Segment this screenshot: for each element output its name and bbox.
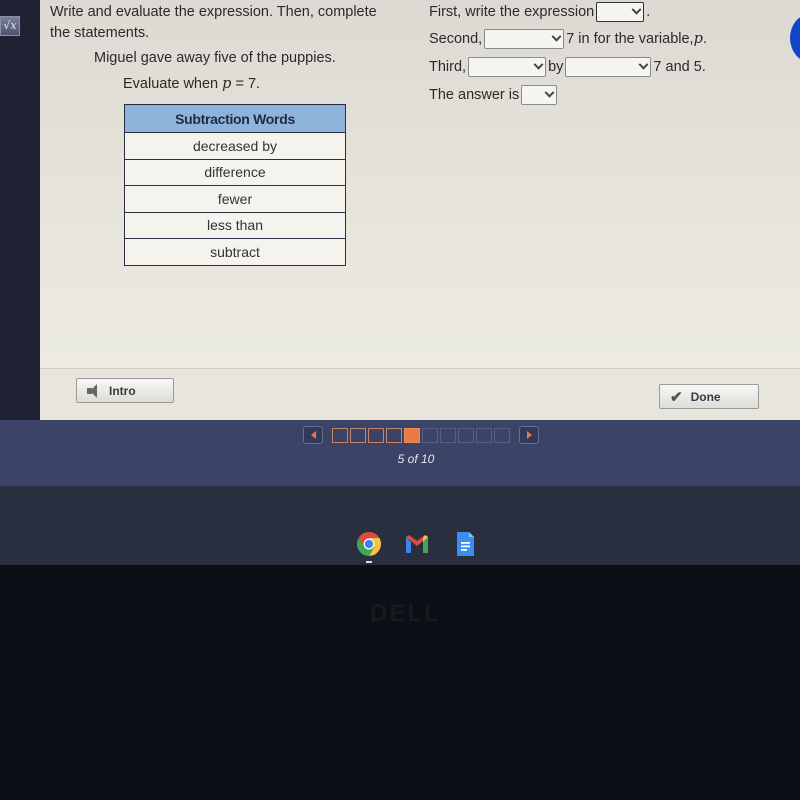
statement-third-text: Third, [429,59,467,75]
arrow-left-icon [310,431,316,439]
active-indicator [366,561,372,563]
shelf-apps [355,530,479,563]
table-row: decreased by [124,132,346,160]
statement-first-text: First, write the expression [429,4,595,20]
pager-box-6[interactable] [422,427,438,443]
pager-boxes [332,427,510,443]
statement-second-suffix: 7 in for the variable, [566,31,694,47]
arrow-right-icon [526,431,532,439]
statement-second-text: Second, [429,31,483,47]
statement-answer: The answer is [429,85,559,105]
speaker-icon [87,383,103,398]
pager-box-4[interactable] [386,427,402,443]
pager-box-8[interactable] [458,427,474,443]
table-cell: fewer [124,185,346,213]
left-toolbar: √x [0,0,40,420]
gmail-icon[interactable] [403,530,431,558]
previous-button[interactable] [303,426,323,444]
pager-box-1[interactable] [332,427,348,443]
chrome-icon[interactable] [355,530,383,563]
evaluate-prefix: Evaluate when [123,76,223,92]
pager-box-2[interactable] [350,427,366,443]
done-label: Done [690,389,721,404]
table-row: less than [124,211,346,239]
chevron-down-icon [544,87,555,98]
statement-third-suffix: 7 and 5. [653,59,706,75]
variable-p: p [693,31,703,47]
table-cell: less than [124,211,346,239]
question-content: Write and evaluate the expression. Then,… [40,0,800,372]
statement-answer-text: The answer is [429,87,520,103]
question-panel: Write and evaluate the expression. Then,… [40,0,800,420]
chevron-down-icon [551,31,562,42]
subtraction-words-table: Subtraction Words decreased by differenc… [124,104,346,266]
period: . [702,31,707,47]
google-docs-icon[interactable] [451,530,479,558]
done-button[interactable]: ✔ Done [659,384,759,409]
question-pager [296,426,546,444]
table-row: subtract [124,238,346,266]
square-root-icon[interactable]: √x [0,16,20,36]
intro-label: Intro [109,383,136,398]
gmail-logo [406,535,428,553]
table-row: difference [124,158,346,186]
instructions: Write and evaluate the expression. Then,… [50,4,377,41]
substitute-dropdown[interactable] [484,29,565,49]
dell-logo: DELL [370,600,441,627]
pager-box-5[interactable] [404,427,420,443]
screen: √x Write and evaluate the expression. Th… [0,0,800,566]
operation-dropdown[interactable] [468,57,547,77]
table-header: Subtraction Words [124,104,346,133]
table-cell: decreased by [124,132,346,160]
pager-box-7[interactable] [440,427,456,443]
story-text: Miguel gave away five of the puppies. [94,50,336,66]
period: . [646,4,651,20]
chevron-down-icon [533,59,544,70]
pager-label: 5 of 10 [397,452,435,466]
operation-detail-dropdown[interactable] [565,57,652,77]
checkmark-icon: ✔ [670,388,683,406]
chevron-down-icon [631,4,642,15]
table-cell: subtract [124,238,346,266]
table-row: fewer [124,185,346,213]
table-cell: difference [124,158,346,186]
pager-box-10[interactable] [494,427,510,443]
chrome-logo [356,532,382,556]
answer-dropdown[interactable] [521,85,558,105]
chevron-down-icon [638,59,649,70]
docs-logo [457,532,474,556]
statement-third: Third, by 7 and 5. [429,57,706,77]
pager-box-3[interactable] [368,427,384,443]
evaluate-text: Evaluate when p = 7. [123,76,260,92]
pager-box-9[interactable] [476,427,492,443]
intro-button[interactable]: Intro [76,378,174,403]
next-button[interactable] [519,426,539,444]
statement-second: Second, 7 in for the variable, p. [429,29,707,49]
expression-dropdown[interactable] [596,2,645,22]
statement-first: First, write the expression . [429,2,650,22]
evaluate-suffix: = 7. [231,76,261,92]
statement-third-by: by [548,59,564,75]
